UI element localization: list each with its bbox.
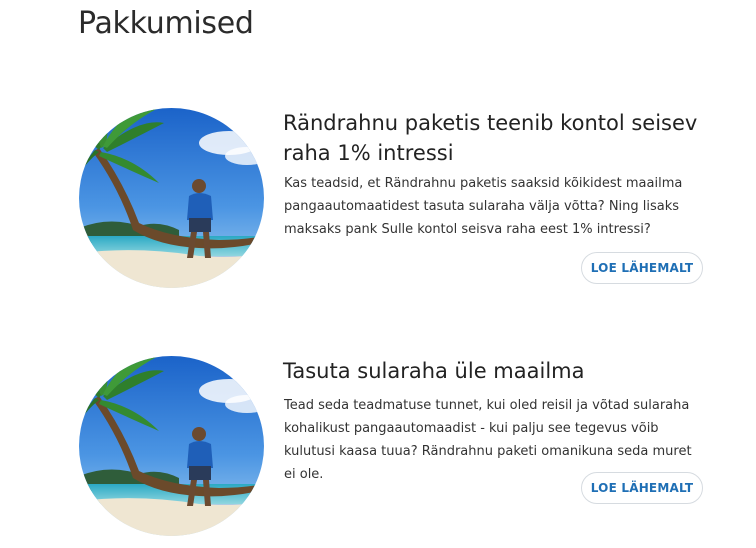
offer-title: Tasuta sularaha üle maailma [283,359,585,383]
offer-title: Rändrahnu paketis teenib kontol seisev r… [283,111,698,165]
page-title: Pakkumised [78,6,254,41]
offer-image [79,356,264,536]
read-more-button[interactable]: LOE LÄHEMALT [581,252,703,284]
read-more-button[interactable]: LOE LÄHEMALT [581,472,703,504]
offers-page: Pakkumised Rändrahnu paketis teenib kont… [0,0,756,548]
palm-beach-photo-icon [79,356,264,536]
offer-image [79,108,264,288]
offer-description: Kas teadsid, et Rändrahnu paketis saaksi… [284,176,683,237]
palm-beach-photo-icon [79,108,264,288]
